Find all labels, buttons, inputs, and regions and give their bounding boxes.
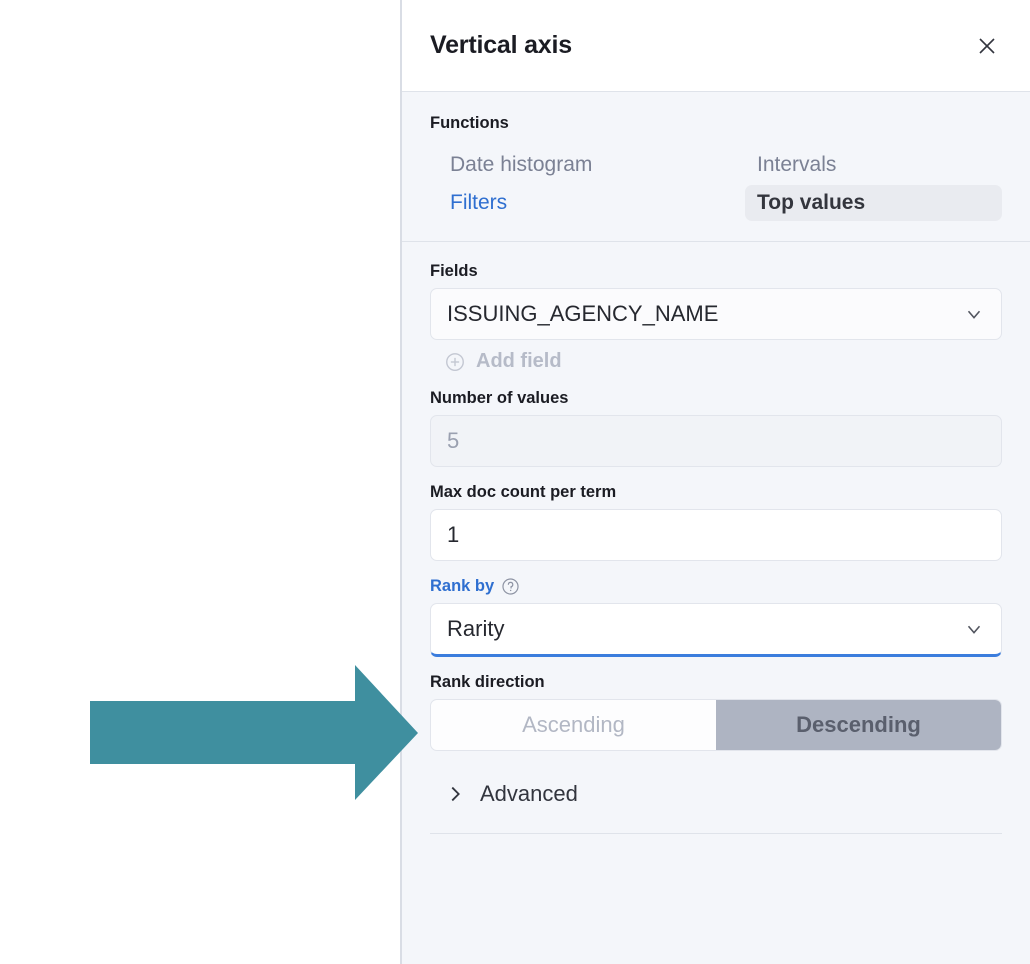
function-date-histogram[interactable]: Date histogram [438, 147, 695, 183]
panel-header: Vertical axis [402, 0, 1030, 92]
max-doc-count-group: Max doc count per term 1 [430, 483, 1002, 561]
functions-section: Functions Date histogram Intervals Filte… [402, 92, 1030, 242]
chevron-down-icon [963, 618, 985, 640]
rank-direction-label: Rank direction [430, 673, 1002, 692]
function-top-values[interactable]: Top values [745, 185, 1002, 221]
plus-circle-icon [444, 351, 466, 373]
max-doc-count-label: Max doc count per term [430, 483, 1002, 502]
rank-direction-ascending[interactable]: Ascending [431, 700, 716, 750]
fields-group: Fields ISSUING_AGENCY_NAME Add [430, 262, 1002, 373]
fields-label: Fields [430, 262, 1002, 281]
number-of-values-group: Number of values 5 [430, 389, 1002, 467]
arrow-shape [90, 665, 418, 800]
chevron-down-icon [963, 303, 985, 325]
add-field-button[interactable]: Add field [430, 340, 1002, 373]
chevron-right-icon [444, 783, 466, 805]
advanced-label: Advanced [480, 781, 578, 807]
functions-grid: Date histogram Intervals Filters Top val… [430, 147, 1002, 221]
rank-direction-descending[interactable]: Descending [716, 700, 1001, 750]
rank-direction-group: Rank direction Ascending Descending [430, 673, 1002, 751]
add-field-label: Add field [476, 350, 562, 373]
vertical-axis-panel: Vertical axis Functions Date histogram I… [400, 0, 1030, 964]
function-filters[interactable]: Filters [438, 185, 695, 221]
number-of-values-value: 5 [447, 428, 459, 454]
number-of-values-label: Number of values [430, 389, 1002, 408]
field-select-value: ISSUING_AGENCY_NAME [447, 301, 718, 327]
rank-direction-segmented: Ascending Descending [430, 699, 1002, 751]
max-doc-count-input[interactable]: 1 [430, 509, 1002, 561]
rank-by-label: Rank by [430, 577, 1002, 596]
max-doc-count-value: 1 [447, 522, 459, 548]
panel-form: Fields ISSUING_AGENCY_NAME Add [402, 242, 1030, 964]
rank-by-value: Rarity [447, 616, 504, 642]
question-circle-icon[interactable] [501, 577, 520, 596]
rank-by-select[interactable]: Rarity [430, 603, 1002, 657]
advanced-toggle[interactable]: Advanced [430, 767, 1002, 807]
field-select[interactable]: ISSUING_AGENCY_NAME [430, 288, 1002, 340]
number-of-values-input[interactable]: 5 [430, 415, 1002, 467]
function-intervals[interactable]: Intervals [745, 147, 1002, 183]
close-icon[interactable] [972, 31, 1002, 61]
rank-by-group: Rank by Rarity [430, 577, 1002, 657]
page-title: Vertical axis [430, 31, 572, 60]
rank-by-label-text: Rank by [430, 577, 494, 596]
functions-label: Functions [430, 114, 1002, 133]
panel-divider [430, 833, 1002, 858]
